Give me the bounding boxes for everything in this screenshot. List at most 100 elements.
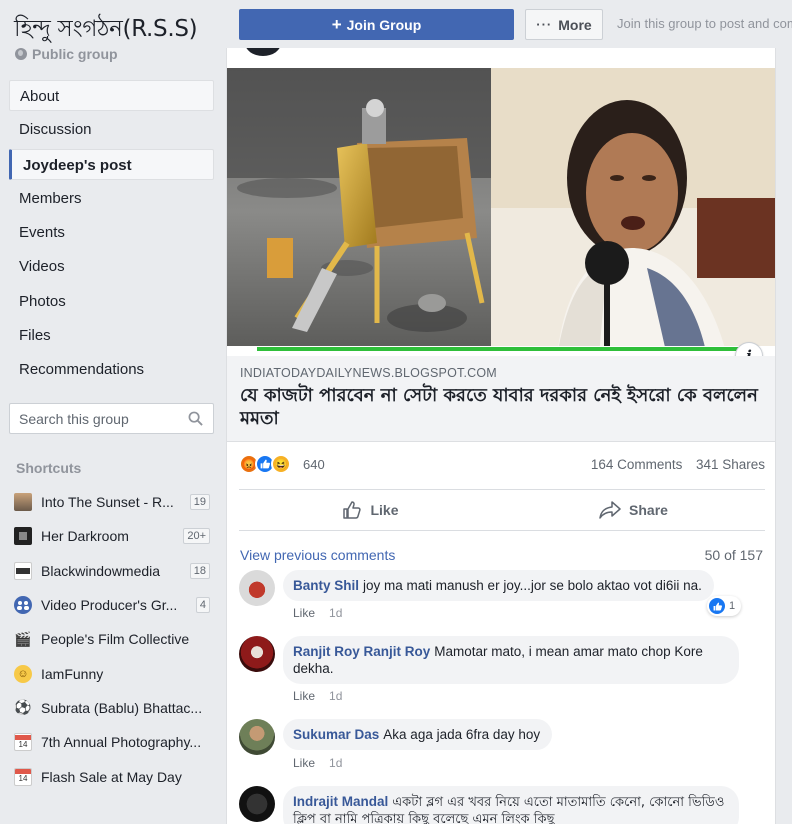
reaction-icons[interactable]: 😡 😆 — [239, 454, 291, 474]
shortcut-item[interactable]: ⚽ Subrata (Bablu) Bhattac... — [14, 691, 210, 725]
haha-reaction-icon: 😆 — [271, 454, 291, 474]
group-nav: About Discussion Joydeep's post Members … — [9, 80, 214, 389]
ellipsis-icon: ··· — [536, 17, 553, 32]
share-arrow-icon — [599, 501, 621, 519]
commenter-avatar[interactable] — [239, 636, 275, 672]
calendar-icon: 14 — [14, 767, 32, 786]
group-icon — [14, 596, 32, 615]
thumbs-up-icon — [343, 501, 362, 519]
commenter-avatar[interactable] — [239, 786, 275, 822]
comment: Sukumar Das Aka aga jada 6fra day hoy Lik… — [239, 719, 765, 779]
search-icon[interactable] — [188, 411, 203, 426]
post-author-avatar[interactable] — [245, 48, 281, 56]
link-domain: INDIATODAYDAILYNEWS.BLOGSPOT.COM — [240, 366, 497, 380]
link-preview-meta[interactable]: INDIATODAYDAILYNEWS.BLOGSPOT.COM যে কাজট… — [227, 356, 775, 442]
comment-reaction-count: 1 — [729, 600, 736, 612]
comments-count[interactable]: 164 Comments — [591, 457, 683, 472]
reaction-count[interactable]: 640 — [303, 457, 325, 472]
comment-pager: 50 of 157 — [704, 547, 763, 563]
smiley-icon: ☺ — [14, 664, 32, 683]
shortcut-label: Subrata (Bablu) Bhattac... — [41, 699, 203, 716]
share-label: Share — [629, 502, 668, 518]
shortcut-label: Her Darkroom — [41, 528, 129, 545]
group-search — [9, 403, 214, 434]
group-sidebar: হিন্দু সংগঠন(R.S.S) Public group About D… — [0, 0, 226, 824]
shortcut-item[interactable]: 14 7th Annual Photography... — [14, 725, 210, 759]
comment-time[interactable]: 1d — [329, 606, 342, 620]
comment-bubble: Banty Shil joy ma mati manush er joy...jo… — [283, 570, 714, 601]
shortcut-item[interactable]: 🎬 People's Film Collective — [14, 622, 210, 656]
shortcut-label: People's Film Collective — [41, 631, 190, 648]
like-reaction-icon — [709, 598, 725, 614]
comment-like-link[interactable]: Like — [293, 756, 315, 770]
more-button[interactable]: ··· More — [525, 9, 603, 40]
right-column — [776, 48, 792, 824]
shortcut-badge: 20+ — [183, 528, 210, 545]
globe-icon — [15, 48, 27, 60]
commenter-name[interactable]: Indrajit Mandal — [293, 794, 388, 809]
clapperboard-icon: 🎬 — [14, 630, 32, 647]
blackwindow-thumbnail — [14, 561, 32, 580]
sunset-thumbnail — [14, 493, 32, 512]
view-previous-comments-link[interactable]: View previous comments — [240, 547, 395, 563]
calendar-icon: 14 — [14, 733, 32, 752]
nav-item-recommendations[interactable]: Recommendations — [9, 354, 214, 385]
nav-item-about[interactable]: About — [9, 80, 214, 111]
shortcut-item[interactable]: Into The Sunset - R... 19 — [14, 485, 210, 519]
group-action-bar: + Join Group ··· More Join this group to… — [226, 0, 792, 48]
comment: Ranjit Roy Ranjit Roy Mamotar mato, i mea… — [239, 636, 765, 706]
join-hint: Join this group to post and comment. — [617, 16, 792, 31]
plus-icon: + — [331, 14, 342, 34]
comment: Banty Shil joy ma mati manush er joy...jo… — [239, 570, 765, 630]
shortcut-item[interactable]: Her Darkroom 20+ — [14, 519, 210, 553]
like-button[interactable]: Like — [239, 490, 502, 530]
nav-item-files[interactable]: Files — [9, 320, 214, 351]
comment-meta: Like 1d — [293, 606, 342, 620]
commenter-name[interactable]: Sukumar Das — [293, 727, 379, 742]
group-privacy-label: Public group — [32, 46, 118, 62]
comment-time[interactable]: 1d — [329, 689, 342, 703]
soccer-ball-icon: ⚽ — [14, 699, 32, 716]
link-preview-image[interactable] — [227, 68, 775, 356]
commenter-name[interactable]: Banty Shil — [293, 578, 359, 593]
join-group-label: Join Group — [346, 16, 422, 33]
shortcut-item[interactable]: ☺ IamFunny — [14, 656, 210, 690]
comment-bubble: Ranjit Roy Ranjit Roy Mamotar mato, i mea… — [283, 636, 739, 684]
shortcut-label: Flash Sale at May Day — [41, 768, 182, 785]
shortcut-label: Video Producer's Gr... — [41, 597, 178, 614]
link-title[interactable]: যে কাজটা পারবেন না সেটা করতে যাবার দরকার… — [240, 384, 765, 430]
group-title[interactable]: হিন্দু সংগঠন(R.S.S) — [14, 10, 198, 49]
shortcut-item[interactable]: Video Producer's Gr... 4 — [14, 588, 210, 622]
nav-item-discussion[interactable]: Discussion — [9, 114, 214, 145]
engagement-counts: 164 Comments 341 Shares — [591, 457, 765, 472]
post-actions: Like Share — [239, 489, 765, 531]
shortcut-item[interactable]: 14 Flash Sale at May Day — [14, 759, 210, 793]
nav-item-joydeeps-post[interactable]: Joydeep's post — [9, 148, 214, 180]
comment-time[interactable]: 1d — [329, 756, 342, 770]
commenter-avatar[interactable] — [239, 719, 275, 755]
shortcuts-list: Into The Sunset - R... 19 Her Darkroom 2… — [14, 485, 210, 794]
nav-item-members[interactable]: Members — [9, 183, 214, 214]
comment-like-link[interactable]: Like — [293, 606, 315, 620]
join-group-button[interactable]: + Join Group — [239, 9, 514, 40]
nav-item-events[interactable]: Events — [9, 217, 214, 248]
post-card: i INDIATODAYDAILYNEWS.BLOGSPOT.COM যে কা… — [226, 48, 776, 824]
shortcut-item[interactable]: Blackwindowmedia 18 — [14, 554, 210, 588]
comment-like-link[interactable]: Like — [293, 689, 315, 703]
comment-reaction-badge[interactable]: 1 — [707, 596, 742, 616]
shortcut-label: IamFunny — [41, 665, 104, 682]
shortcut-label: Into The Sunset - R... — [41, 494, 174, 511]
darkroom-thumbnail — [14, 527, 32, 546]
nav-item-videos[interactable]: Videos — [9, 251, 214, 282]
comment-meta: Like 1d — [293, 689, 342, 703]
shares-count[interactable]: 341 Shares — [696, 457, 765, 472]
comment-bubble: Indrajit Mandal একটা ব্লগ এর খবর নিয়ে এত… — [283, 786, 739, 824]
shortcut-label: Blackwindowmedia — [41, 562, 161, 579]
more-label: More — [558, 16, 592, 33]
shortcut-badge: 19 — [189, 494, 210, 511]
commenter-avatar[interactable] — [239, 570, 275, 606]
nav-item-photos[interactable]: Photos — [9, 286, 214, 317]
share-button[interactable]: Share — [502, 490, 765, 530]
search-input[interactable] — [10, 404, 180, 433]
commenter-name[interactable]: Ranjit Roy Ranjit Roy — [293, 644, 430, 659]
